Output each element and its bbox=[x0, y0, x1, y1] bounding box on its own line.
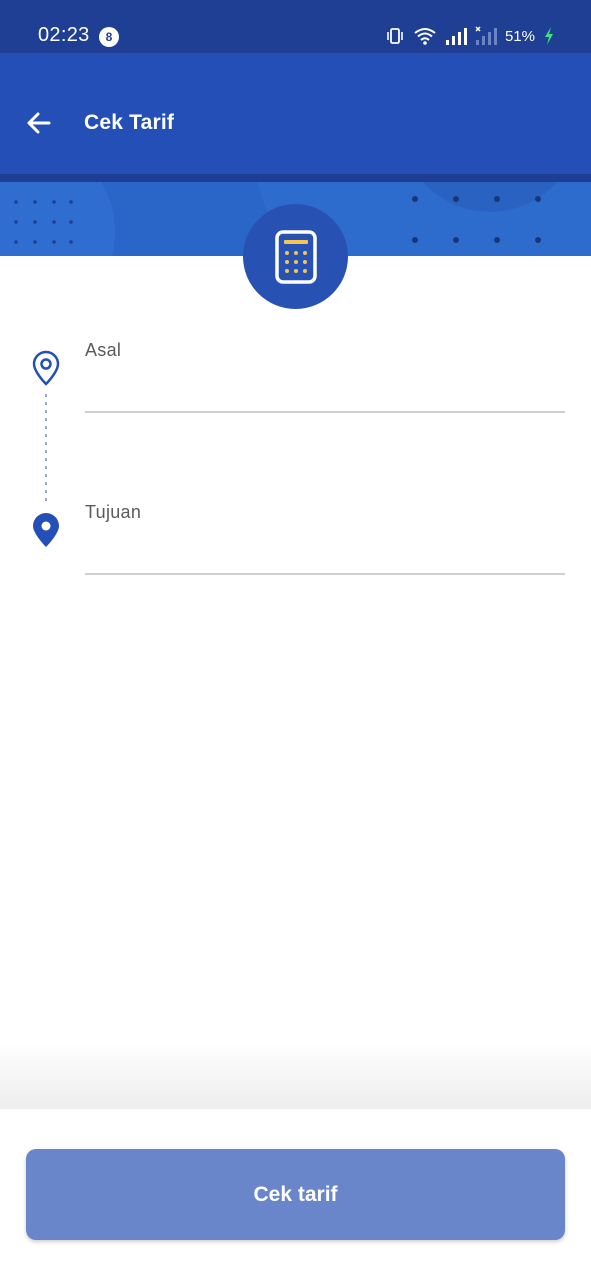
calculator-icon bbox=[274, 229, 317, 284]
signal-icon bbox=[445, 28, 467, 45]
battery-level: 51% bbox=[504, 27, 535, 45]
destination-pin-icon bbox=[33, 513, 59, 547]
wifi-icon bbox=[414, 28, 436, 45]
origin-pin-icon bbox=[32, 350, 60, 386]
check-rate-button[interactable]: Cek tarif bbox=[26, 1149, 565, 1240]
vibrate-icon bbox=[387, 28, 403, 44]
route-connector bbox=[45, 394, 47, 506]
signal-no-service-icon bbox=[475, 26, 497, 45]
arrow-left-icon bbox=[27, 112, 51, 134]
bottom-shadow bbox=[0, 1040, 591, 1110]
origin-input[interactable] bbox=[85, 375, 565, 413]
destination-label: Tujuan bbox=[85, 502, 142, 522]
page-title: Cek Tarif bbox=[84, 111, 175, 134]
status-bar: 02:23 8 51% bbox=[0, 0, 591, 53]
status-icons: 51% bbox=[385, 24, 555, 48]
charging-icon bbox=[545, 27, 553, 45]
status-time: 02:23 bbox=[38, 24, 90, 46]
notification-count-badge: 8 bbox=[99, 27, 119, 47]
back-button[interactable] bbox=[18, 103, 58, 143]
calculator-badge bbox=[243, 204, 348, 309]
destination-input[interactable] bbox=[85, 537, 565, 575]
app-bar: Cek Tarif bbox=[0, 53, 591, 174]
origin-label: Asal bbox=[85, 340, 122, 360]
app-bar-divider bbox=[0, 174, 591, 182]
